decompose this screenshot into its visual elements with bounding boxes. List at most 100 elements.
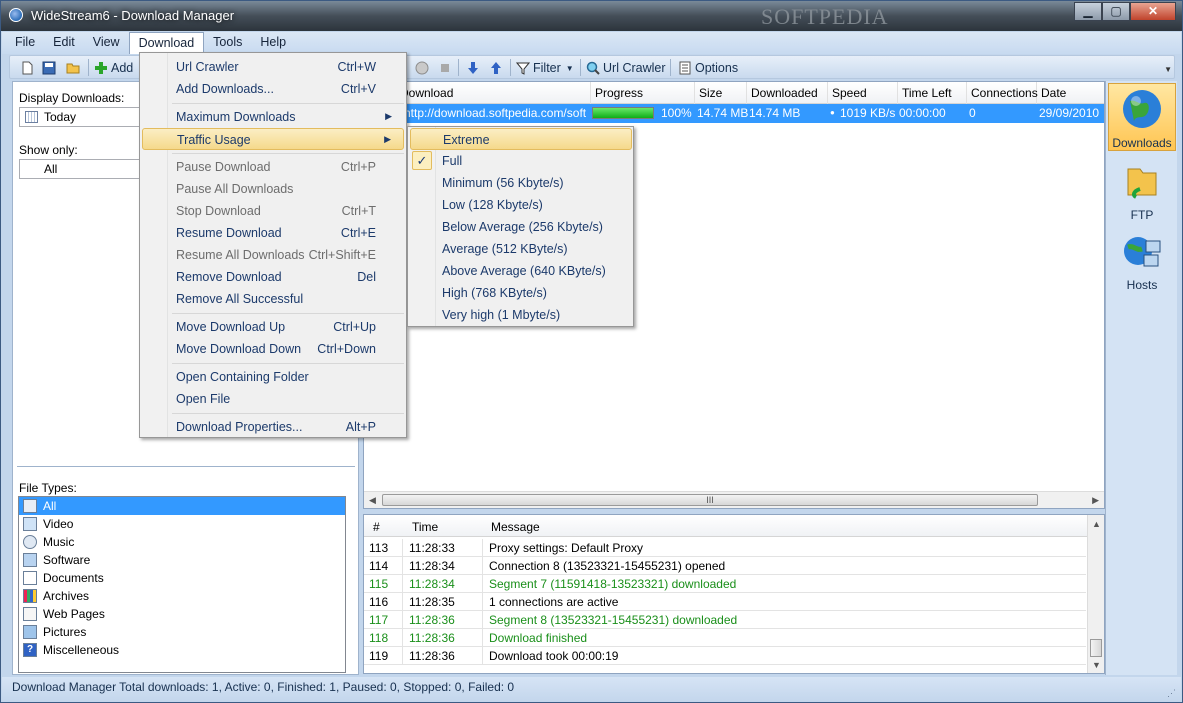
traffic-option-average-512-kbyte-s[interactable]: Average (512 KByte/s) bbox=[410, 238, 632, 260]
traffic-option-extreme[interactable]: Extreme bbox=[410, 128, 632, 150]
menu-edit[interactable]: Edit bbox=[44, 32, 84, 54]
show-only-label: Show only: bbox=[19, 143, 78, 157]
traffic-option-very-high-1-mbyte-s[interactable]: Very high (1 Mbyte/s) bbox=[410, 304, 632, 326]
log-column-divider bbox=[402, 593, 403, 611]
log-number: 115 bbox=[369, 577, 389, 591]
traffic-option-above-average-640-kbyte-s[interactable]: Above Average (640 KByte/s) bbox=[410, 260, 632, 282]
traffic-option-minimum-56-kbyte-s[interactable]: Minimum (56 Kbyte/s) bbox=[410, 172, 632, 194]
file-type-item[interactable]: Music bbox=[19, 533, 345, 551]
column-progress[interactable]: Progress bbox=[591, 82, 695, 104]
log-row[interactable]: 118 11:28:36 Download finished bbox=[364, 629, 1086, 647]
file-type-item[interactable]: ? Miscelleneous bbox=[19, 641, 345, 659]
menu-item-move-download-up[interactable]: Move Download Up Ctrl+Up bbox=[142, 316, 404, 338]
log-row[interactable]: 115 11:28:34 Segment 7 (11591418-13523321)… bbox=[364, 575, 1086, 593]
menu-item-open-containing-folder[interactable]: Open Containing Folder bbox=[142, 366, 404, 388]
menu-view[interactable]: View bbox=[84, 32, 129, 54]
menu-item-traffic-usage[interactable]: Traffic Usage ▶ bbox=[142, 128, 404, 150]
menu-item-pause-download[interactable]: Pause Download Ctrl+P bbox=[142, 156, 404, 178]
traffic-option-full[interactable]: ✓ Full bbox=[410, 150, 632, 172]
url-crawler-label: Url Crawler bbox=[603, 61, 666, 75]
column-date[interactable]: Date bbox=[1037, 82, 1106, 104]
menu-item-pause-all-downloads[interactable]: Pause All Downloads bbox=[142, 178, 404, 200]
table-row[interactable]: http://download.softpedia.com/soft 100% … bbox=[364, 104, 1104, 123]
traffic-option-label: High (768 KByte/s) bbox=[442, 286, 547, 300]
connections-value: 0 bbox=[969, 106, 976, 120]
menu-item-resume-all-downloads[interactable]: Resume All Downloads Ctrl+Shift+E bbox=[142, 244, 404, 266]
ftp-nav-button[interactable]: FTP bbox=[1108, 156, 1176, 224]
open-folder-button[interactable] bbox=[66, 58, 83, 78]
column-time-left[interactable]: Time Left bbox=[898, 82, 967, 104]
new-button[interactable] bbox=[20, 58, 37, 78]
menu-help[interactable]: Help bbox=[251, 32, 295, 54]
menu-item-add-downloads[interactable]: Add Downloads... Ctrl+V bbox=[142, 78, 404, 100]
resize-grip-icon[interactable]: ⋰ bbox=[1167, 688, 1176, 699]
file-type-item[interactable]: Video bbox=[19, 515, 345, 533]
display-downloads-select[interactable]: Today bbox=[19, 107, 149, 127]
column-downloaded[interactable]: Downloaded bbox=[747, 82, 828, 104]
time-left-value: 00:00:00 bbox=[899, 106, 946, 120]
log-row[interactable]: 113 11:28:33 Proxy settings: Default Proxy bbox=[364, 539, 1086, 557]
show-only-select[interactable]: All bbox=[19, 159, 149, 179]
url-crawler-button[interactable]: Url Crawler bbox=[586, 58, 666, 78]
column-speed[interactable]: Speed bbox=[828, 82, 898, 104]
vertical-scrollbar[interactable]: ▲ ▼ bbox=[1087, 515, 1104, 673]
scroll-left-icon[interactable]: ◀ bbox=[369, 495, 376, 506]
menu-item-move-download-down[interactable]: Move Download Down Ctrl+Down bbox=[142, 338, 404, 360]
minimize-button[interactable]: ▁ bbox=[1074, 2, 1102, 21]
log-row[interactable]: 117 11:28:36 Segment 8 (13523321-15455231)… bbox=[364, 611, 1086, 629]
save-button[interactable] bbox=[42, 58, 59, 78]
date-value: 29/09/2010 bbox=[1039, 106, 1100, 120]
scroll-right-icon[interactable]: ▶ bbox=[1092, 495, 1099, 506]
move-down-button[interactable] bbox=[466, 58, 483, 78]
menu-download[interactable]: Download bbox=[128, 32, 205, 54]
downloads-nav-button[interactable]: Downloads bbox=[1108, 83, 1176, 151]
menu-item-resume-download[interactable]: Resume Download Ctrl+E bbox=[142, 222, 404, 244]
menu-item-remove-all-successful[interactable]: Remove All Successful bbox=[142, 288, 404, 310]
log-message: Download finished bbox=[489, 631, 588, 645]
menu-item-maximum-downloads[interactable]: Maximum Downloads ▶ bbox=[142, 106, 404, 128]
file-type-item[interactable]: Archives bbox=[19, 587, 345, 605]
filter-label: Filter bbox=[533, 61, 561, 75]
file-type-item[interactable]: Documents bbox=[19, 569, 345, 587]
toolbar-overflow-icon[interactable]: ▼ bbox=[1164, 65, 1172, 74]
menu-item-shortcut: Ctrl+T bbox=[341, 204, 376, 218]
hosts-nav-button[interactable]: Hosts bbox=[1108, 226, 1176, 294]
menu-item-url-crawler[interactable]: Url Crawler Ctrl+W bbox=[142, 56, 404, 78]
column-size[interactable]: Size bbox=[695, 82, 747, 104]
close-button[interactable]: ✕ bbox=[1130, 2, 1176, 21]
maximize-button[interactable]: ▢ bbox=[1102, 2, 1130, 21]
menu-item-download-properties[interactable]: Download Properties... Alt+P bbox=[142, 416, 404, 438]
scroll-thumb[interactable]: III bbox=[382, 494, 1038, 506]
scroll-up-icon[interactable]: ▲ bbox=[1092, 519, 1101, 529]
column-connections[interactable]: Connections bbox=[967, 82, 1038, 104]
horizontal-scrollbar[interactable]: ◀ III ▶ bbox=[364, 491, 1104, 508]
traffic-option-high-768-kbyte-s[interactable]: High (768 KByte/s) bbox=[410, 282, 632, 304]
file-type-item[interactable]: Web Pages bbox=[19, 605, 345, 623]
file-type-item[interactable]: All bbox=[19, 497, 345, 515]
scroll-thumb[interactable] bbox=[1090, 639, 1102, 657]
file-type-item[interactable]: Software bbox=[19, 551, 345, 569]
stop-toolbar-button[interactable] bbox=[438, 58, 455, 78]
menu-item-stop-download[interactable]: Stop Download Ctrl+T bbox=[142, 200, 404, 222]
move-up-button[interactable] bbox=[489, 58, 506, 78]
menu-item-open-file[interactable]: Open File bbox=[142, 388, 404, 410]
menu-item-remove-download[interactable]: Remove Download Del bbox=[142, 266, 404, 288]
checkmark-icon: ✓ bbox=[412, 151, 432, 170]
menu-tools[interactable]: Tools bbox=[204, 32, 251, 54]
pause-toolbar-button[interactable] bbox=[415, 58, 432, 78]
log-column-time[interactable]: Time bbox=[412, 520, 438, 534]
log-column-number[interactable]: # bbox=[373, 520, 380, 534]
log-row[interactable]: 116 11:28:35 1 connections are active bbox=[364, 593, 1086, 611]
menu-file[interactable]: File bbox=[2, 32, 44, 54]
options-button[interactable]: Options bbox=[678, 58, 738, 78]
traffic-option-low-128-kbyte-s[interactable]: Low (128 Kbyte/s) bbox=[410, 194, 632, 216]
log-row[interactable]: 114 11:28:34 Connection 8 (13523321-154552… bbox=[364, 557, 1086, 575]
traffic-option-below-average-256-kbyte-s[interactable]: Below Average (256 Kbyte/s) bbox=[410, 216, 632, 238]
filter-button[interactable]: Filter ▼ bbox=[516, 58, 574, 78]
log-column-message[interactable]: Message bbox=[491, 520, 540, 534]
log-row[interactable]: 119 11:28:36 Download took 00:00:19 bbox=[364, 647, 1086, 665]
log-column-divider bbox=[482, 575, 483, 593]
file-type-item[interactable]: Pictures bbox=[19, 623, 345, 641]
scroll-down-icon[interactable]: ▼ bbox=[1092, 660, 1101, 670]
add-button[interactable]: Add bbox=[94, 58, 133, 78]
